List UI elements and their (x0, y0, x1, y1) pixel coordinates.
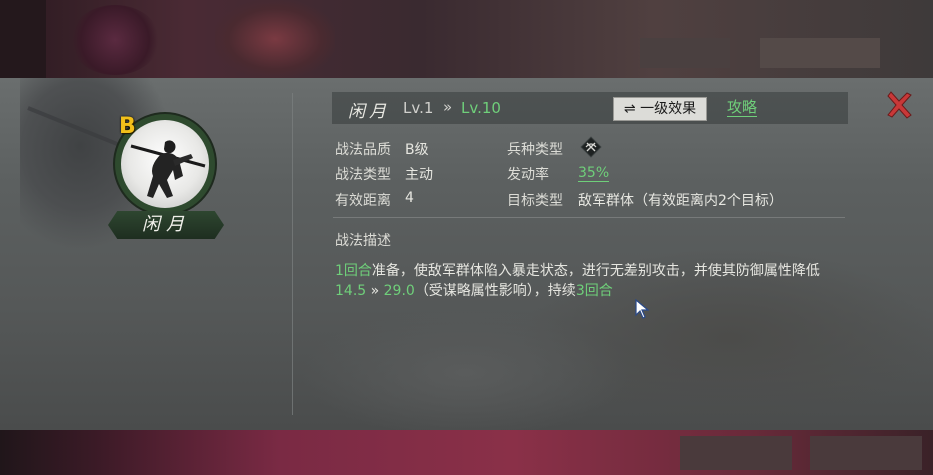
description-line-1: 1回合准备，使敌军群体陷入暴走状态，进行无差别攻击，并使其防御属性降低 (335, 260, 820, 280)
description-title: 战法描述 (335, 233, 391, 249)
target-type-label: 目标类型 (507, 193, 563, 209)
mouse-cursor-icon (635, 299, 649, 319)
range-arrow-icon: » (366, 283, 384, 299)
panel-mist (300, 308, 630, 430)
skill-name-plate: 闲月 (108, 211, 224, 239)
range-value: 4 (405, 190, 414, 206)
background-sidebar (0, 0, 46, 78)
description-text: 准备，使敌军群体陷入暴走状态，进行无差别攻击，并使其防御属性降低 (371, 263, 820, 279)
background-tab (640, 38, 730, 68)
prep-turns-value: 1回合 (335, 263, 372, 279)
skill-level-max: Lv.10 (461, 99, 501, 117)
effect-level-button[interactable]: ⇌ 一级效果 (613, 97, 707, 121)
description-text: （受谋略属性影响），持续 (414, 283, 576, 299)
effect-level-label: 一级效果 (640, 101, 697, 117)
background-scene-top (0, 0, 933, 78)
background-scene-bottom (0, 430, 933, 475)
description-line-2: 14.5 » 29.0（受谋略属性影响），持续3回合 (335, 280, 613, 300)
skill-grade-badge: B (119, 114, 136, 139)
skill-type-value: 主动 (405, 167, 433, 183)
panel-divider (292, 93, 293, 415)
duration-value: 3回合 (575, 283, 613, 299)
quality-value: B级 (405, 142, 429, 158)
level-arrow-icon: » (443, 98, 453, 116)
target-type-value: 敌军群体（有效距离内2个目标） (578, 193, 783, 209)
close-icon[interactable] (884, 90, 914, 120)
background-button (810, 436, 922, 470)
background-button (680, 436, 792, 470)
background-tab (760, 38, 880, 68)
background-figure (70, 5, 160, 75)
background-figure (215, 0, 335, 78)
range-label: 有效距离 (335, 193, 391, 209)
skill-title: 闲月 (348, 102, 390, 122)
defense-reduction-max: 29.0 (383, 283, 415, 299)
swap-icon: ⇌ (623, 101, 636, 117)
defense-reduction-min: 14.5 (335, 283, 367, 299)
skill-level-current: Lv.1 (403, 99, 434, 117)
trigger-rate-label: 发动率 (507, 167, 549, 183)
section-divider (333, 217, 845, 218)
trigger-rate-value[interactable]: 35% (578, 166, 610, 182)
guide-link[interactable]: 攻略 (727, 99, 758, 117)
crossbow-icon[interactable] (580, 136, 602, 158)
skill-detail-panel: B 闲月 闲月 Lv.1 » Lv.10 ⇌ 一级效果 攻略 战法品质 B级 兵… (0, 78, 933, 430)
quality-label: 战法品质 (335, 142, 391, 158)
skill-type-label: 战法类型 (335, 167, 391, 183)
troop-type-label: 兵种类型 (507, 142, 563, 158)
